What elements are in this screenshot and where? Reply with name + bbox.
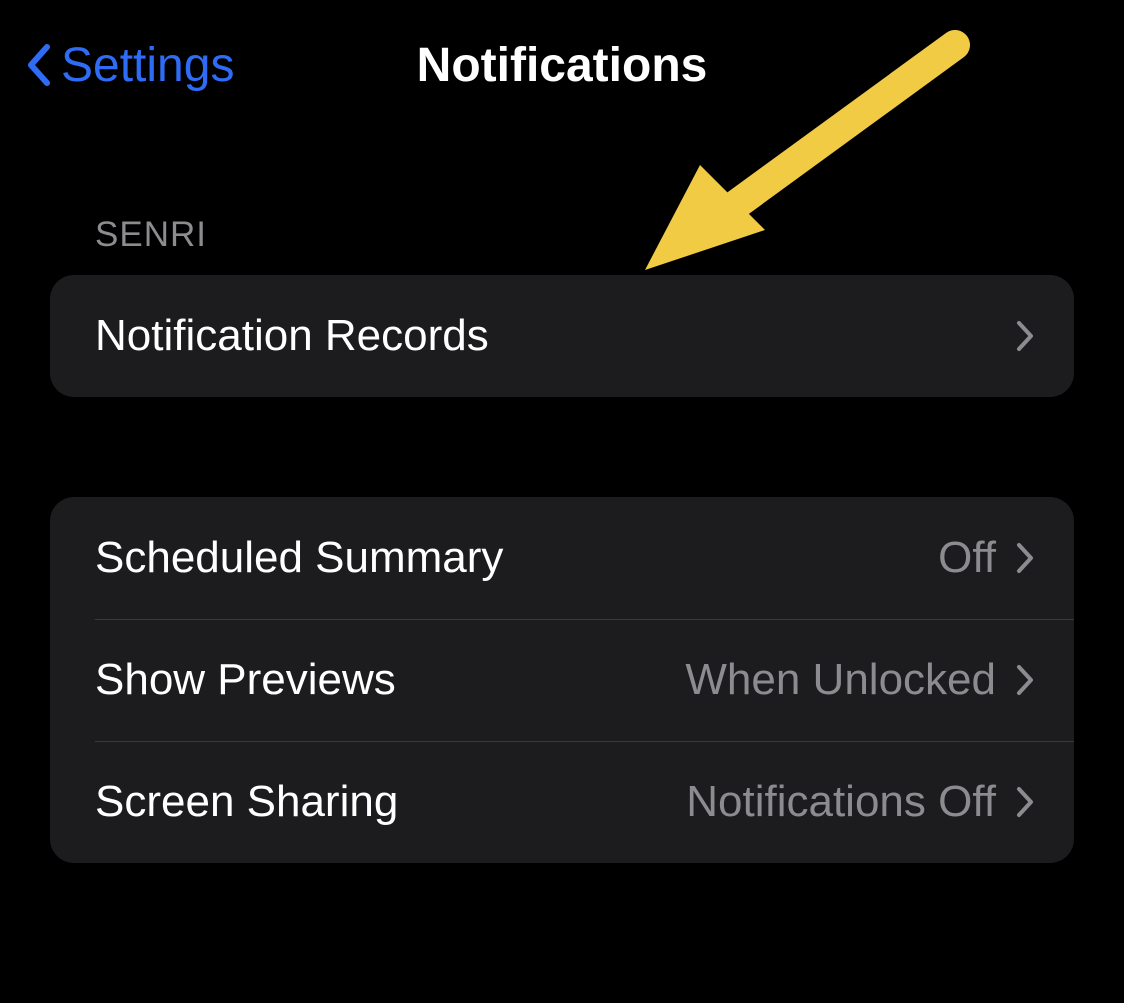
row-accessory: When Unlocked [685, 655, 1036, 705]
chevron-right-icon [1014, 318, 1036, 354]
row-label: Screen Sharing [95, 777, 398, 827]
list-group-general: Scheduled Summary Off Show Previews When… [50, 497, 1074, 863]
navigation-bar: Settings Notifications [0, 0, 1124, 120]
row-label: Scheduled Summary [95, 533, 503, 583]
row-scheduled-summary[interactable]: Scheduled Summary Off [50, 497, 1074, 619]
chevron-left-icon [25, 41, 53, 89]
back-button[interactable]: Settings [25, 38, 234, 93]
chevron-right-icon [1014, 540, 1036, 576]
row-notification-records[interactable]: Notification Records [50, 275, 1074, 397]
chevron-right-icon [1014, 784, 1036, 820]
row-value: Off [938, 533, 996, 583]
row-value: Notifications Off [686, 777, 996, 827]
list-group-senri: Notification Records [50, 275, 1074, 397]
row-label: Show Previews [95, 655, 396, 705]
row-label: Notification Records [95, 311, 489, 361]
section-header-senri: SENRI [50, 120, 1074, 275]
row-accessory: Notifications Off [686, 777, 1036, 827]
row-accessory: Off [938, 533, 1036, 583]
row-show-previews[interactable]: Show Previews When Unlocked [50, 619, 1074, 741]
chevron-right-icon [1014, 662, 1036, 698]
row-value: When Unlocked [685, 655, 996, 705]
row-accessory [1014, 318, 1036, 354]
row-screen-sharing[interactable]: Screen Sharing Notifications Off [50, 741, 1074, 863]
back-label: Settings [61, 38, 234, 93]
